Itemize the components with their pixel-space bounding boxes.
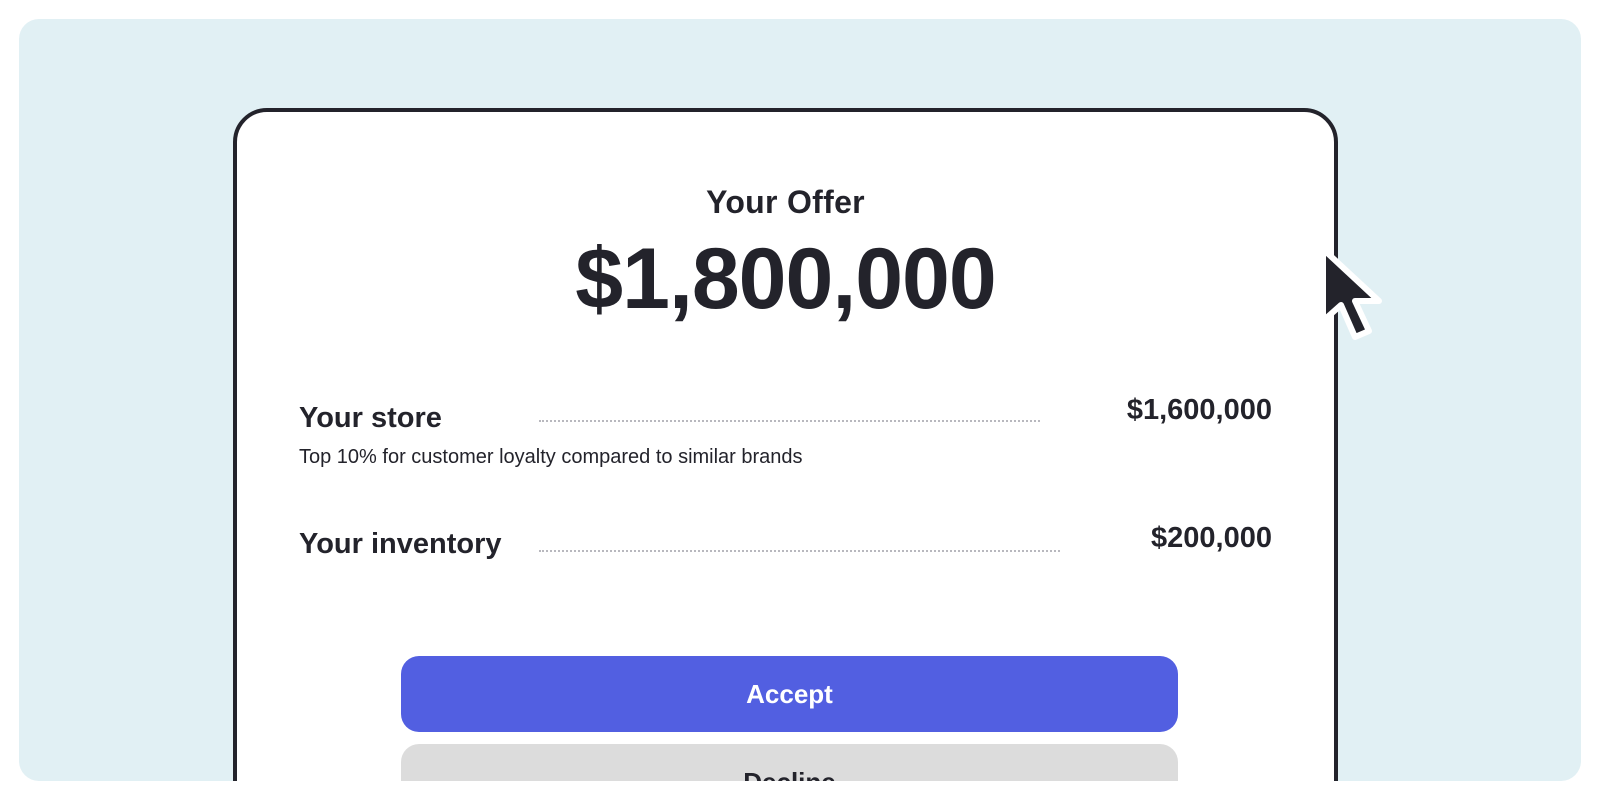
page-background: Your Offer $1,800,000 Your store $1,600,… [19, 19, 1581, 781]
offer-label: Your Offer [706, 184, 865, 220]
inventory-row: Your inventory $200,000 [299, 522, 1272, 568]
store-note: Top 10% for customer loyalty compared to… [299, 446, 803, 468]
mouse-pointer-icon [1320, 246, 1382, 340]
inventory-value: $200,000 [1151, 522, 1272, 554]
store-value: $1,600,000 [1126, 394, 1272, 426]
decline-button[interactable]: Decline [401, 744, 1178, 781]
offer-amount: $1,800,000 [575, 231, 996, 327]
inventory-title: Your inventory [299, 528, 502, 560]
store-leader [539, 420, 1040, 422]
store-row: Your store $1,600,000 Top 10% for custom… [299, 394, 1272, 482]
offer-card: Your Offer $1,800,000 Your store $1,600,… [233, 108, 1338, 781]
store-title: Your store [299, 402, 442, 434]
accept-button[interactable]: Accept [401, 656, 1178, 732]
inventory-leader [539, 550, 1060, 552]
